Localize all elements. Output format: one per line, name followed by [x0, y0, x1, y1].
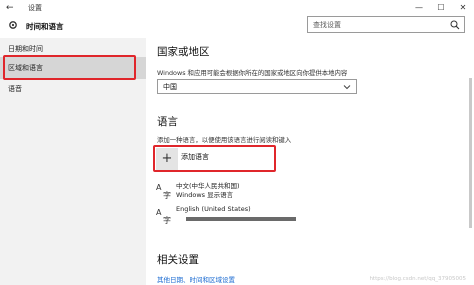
language-icon: A 字 [156, 208, 171, 225]
svg-text:字: 字 [163, 190, 171, 200]
language-progress-fill [186, 217, 296, 221]
related-settings-link[interactable]: 其他日期、时间和区域设置 [157, 274, 235, 284]
svg-text:A: A [156, 208, 162, 217]
country-dropdown[interactable]: 中国 [157, 79, 357, 94]
scrollbar[interactable] [469, 78, 472, 228]
region-description: Windows 和应用可能会根据你所在的国家或地区向你提供本地内容 [157, 69, 348, 77]
language-icon: A 字 [156, 183, 171, 200]
language-progress-bar [186, 217, 296, 221]
search-placeholder: 查找设置 [313, 21, 341, 29]
sidebar-item-label: 日期和时间 [8, 45, 43, 53]
title-bar: ← 设置 — ☐ ✕ [0, 0, 474, 16]
search-icon [450, 20, 460, 30]
svg-text:A: A [156, 183, 162, 192]
language-name: English (United States) [176, 205, 251, 213]
chevron-down-icon [343, 85, 351, 90]
highlight-box-sidebar [3, 55, 136, 80]
page-title: 时间和语言 [26, 22, 64, 31]
window-title: 设置 [28, 4, 42, 12]
language-description: 添加一种语言，以便使用该语言进行阅读和键入 [157, 136, 292, 144]
country-value: 中国 [163, 83, 177, 91]
language-subtitle: Windows 显示语言 [176, 191, 234, 199]
related-heading: 相关设置 [157, 254, 199, 266]
sidebar-item-speech[interactable]: 语音 [0, 78, 146, 100]
maximize-button[interactable]: ☐ [430, 0, 452, 16]
language-item-english[interactable]: A 字 English (United States) [156, 205, 456, 229]
window-controls: — ☐ ✕ [408, 0, 474, 16]
highlight-box-add-language [153, 145, 276, 172]
svg-text:字: 字 [163, 215, 171, 225]
search-input[interactable]: 查找设置 [307, 16, 465, 33]
back-button[interactable]: ← [6, 3, 14, 13]
region-heading: 国家或地区 [157, 46, 210, 58]
language-item-chinese[interactable]: A 字 中文(中华人民共和国) Windows 显示语言 [156, 180, 456, 204]
sidebar-item-label: 语音 [8, 85, 22, 93]
gear-icon[interactable] [8, 20, 18, 30]
watermark: https://blog.csdn.net/qq_37905005 [369, 276, 466, 282]
language-heading: 语言 [157, 116, 178, 128]
close-button[interactable]: ✕ [452, 0, 474, 16]
minimize-button[interactable]: — [408, 0, 430, 16]
